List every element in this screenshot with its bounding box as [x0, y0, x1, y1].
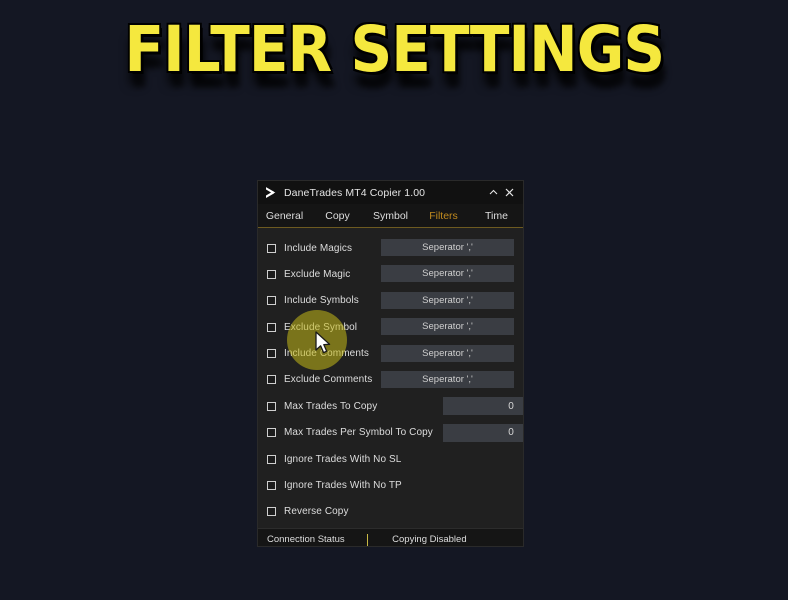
label-exclude-comments: Exclude Comments — [284, 374, 373, 386]
option-row-max-trades-to-copy: Max Trades To Copy — [267, 396, 523, 416]
status-divider — [366, 533, 369, 546]
checkbox-include-symbols[interactable] — [267, 296, 276, 306]
option-row-exclude-comments: Exclude Comments — [267, 370, 514, 390]
tab-time-label: Time — [485, 209, 508, 222]
label-max-trades-to-copy: Max Trades To Copy — [284, 400, 378, 412]
collapse-button[interactable] — [485, 185, 501, 201]
option-row-include-magics: Include Magics — [267, 238, 514, 258]
input-max-trades-to-copy[interactable] — [443, 397, 523, 416]
input-include-comments-separator[interactable] — [381, 344, 514, 362]
checkbox-exclude-symbol[interactable] — [267, 322, 276, 332]
label-ignore-trades-with-no-tp: Ignore Trades With No TP — [284, 480, 402, 492]
label-include-symbols: Include Symbols — [284, 295, 359, 307]
tab-filters-label: Filters — [429, 209, 458, 222]
checkbox-max-trades-per-symbol-to-copy[interactable] — [267, 428, 276, 438]
tab-copy-label: Copy — [325, 209, 350, 222]
label-exclude-magic: Exclude Magic — [284, 268, 351, 280]
label-ignore-trades-with-no-sl: Ignore Trades With No SL — [284, 453, 402, 465]
option-row-max-trades-per-symbol-to-copy: Max Trades Per Symbol To Copy — [267, 423, 523, 443]
input-exclude-symbol-separator[interactable] — [381, 318, 514, 336]
label-include-magics: Include Magics — [284, 242, 353, 254]
filters-panel: Include Magics Exclude Magic Include Sym… — [258, 228, 523, 529]
title-bar: DaneTrades MT4 Copier 1.00 — [258, 181, 523, 204]
input-include-symbols-separator[interactable] — [381, 291, 514, 309]
window-title: DaneTrades MT4 Copier 1.00 — [284, 186, 426, 199]
checkbox-ignore-trades-with-no-tp[interactable] — [267, 481, 276, 491]
checkbox-exclude-comments[interactable] — [267, 375, 276, 385]
connection-status-label: Connection Status — [267, 534, 345, 546]
tab-general-label: General — [265, 209, 304, 222]
stepper-max-trades-to-copy — [443, 397, 523, 416]
tab-time[interactable]: Time — [470, 204, 523, 227]
tab-copy[interactable]: Copy — [311, 204, 364, 227]
label-reverse-copy: Reverse Copy — [284, 506, 349, 518]
tab-bar: General Copy Symbol Filters Time — [258, 204, 523, 228]
tab-filters[interactable]: Filters — [417, 204, 470, 227]
chevron-up-icon — [489, 189, 497, 195]
close-button[interactable] — [501, 185, 517, 201]
app-window: DaneTrades MT4 Copier 1.00 General Copy … — [258, 181, 523, 546]
page-banner: FILTER SETTINGS — [0, 12, 788, 88]
checkbox-reverse-copy[interactable] — [267, 507, 276, 517]
checkbox-include-comments[interactable] — [267, 349, 276, 359]
input-exclude-magic-separator[interactable] — [381, 265, 514, 283]
status-bar: Connection Status Copying Disabled — [258, 528, 523, 546]
option-row-exclude-magic: Exclude Magic — [267, 264, 514, 284]
input-include-magics-separator[interactable] — [381, 239, 514, 256]
option-row-include-comments: Include Comments — [267, 344, 514, 364]
option-row-reverse-copy: Reverse Copy — [267, 502, 514, 522]
tab-general[interactable]: General — [258, 204, 311, 227]
label-max-trades-per-symbol-to-copy: Max Trades Per Symbol To Copy — [284, 427, 433, 439]
input-exclude-comments-separator[interactable] — [381, 370, 514, 388]
close-icon — [505, 188, 513, 197]
checkbox-max-trades-to-copy[interactable] — [267, 401, 276, 411]
input-max-trades-per-symbol-to-copy[interactable] — [443, 423, 523, 442]
label-exclude-symbol: Exclude Symbol — [284, 321, 358, 333]
tab-symbol-label: Symbol — [372, 209, 408, 222]
checkbox-ignore-trades-with-no-sl[interactable] — [267, 454, 276, 464]
copying-status-label: Copying Disabled — [392, 534, 467, 546]
checkbox-exclude-magic[interactable] — [267, 269, 276, 279]
tab-symbol[interactable]: Symbol — [364, 204, 417, 227]
option-row-exclude-symbol: Exclude Symbol — [267, 317, 514, 337]
dane-arrow-logo-icon — [266, 187, 276, 198]
label-include-comments: Include Comments — [284, 348, 369, 360]
page-title: FILTER SETTINGS — [123, 12, 666, 88]
option-row-ignore-trades-with-no-sl: Ignore Trades With No SL — [267, 449, 514, 469]
option-row-include-symbols: Include Symbols — [267, 291, 514, 311]
option-row-ignore-trades-with-no-tp: Ignore Trades With No TP — [267, 476, 514, 496]
checkbox-include-magics[interactable] — [267, 243, 276, 253]
stepper-max-trades-per-symbol-to-copy — [443, 423, 523, 442]
